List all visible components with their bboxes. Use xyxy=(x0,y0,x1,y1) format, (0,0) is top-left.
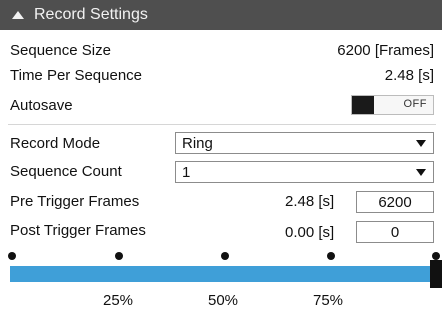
tick-dot xyxy=(115,252,123,260)
pre-trigger-time: 2.48 [s] xyxy=(285,193,335,210)
autosave-state: OFF xyxy=(403,98,427,110)
sequence-count-select[interactable]: 1 xyxy=(175,161,434,183)
sequence-count-value: 1 xyxy=(182,163,191,181)
tick-label-50: 50% xyxy=(208,292,239,309)
tick-dot xyxy=(8,252,16,260)
tick-dot xyxy=(221,252,229,260)
post-trigger-row: Post Trigger Frames xyxy=(10,218,242,242)
sequence-size-label: Sequence Size xyxy=(10,41,111,59)
chevron-down-icon[interactable] xyxy=(416,139,426,147)
pre-trigger-slider-track[interactable] xyxy=(10,266,430,282)
post-trigger-label: Post Trigger Frames xyxy=(10,221,146,239)
record-mode-row: Record Mode xyxy=(10,131,172,155)
record-settings-header[interactable]: Record Settings xyxy=(0,0,442,30)
collapse-arrow-icon[interactable] xyxy=(12,10,24,19)
autosave-label: Autosave xyxy=(10,96,73,114)
tick-label-25: 25% xyxy=(103,292,134,309)
toggle-knob[interactable] xyxy=(352,96,374,114)
record-mode-value: Ring xyxy=(182,134,213,152)
record-mode-label: Record Mode xyxy=(10,134,101,152)
record-settings-panel: Record Settings Sequence Size 6200 [Fram… xyxy=(0,0,442,318)
slider-ticks xyxy=(0,252,442,264)
pre-trigger-frames-input[interactable]: 6200 xyxy=(356,191,434,213)
header-title: Record Settings xyxy=(34,6,148,23)
divider xyxy=(8,124,436,125)
time-per-sequence-row: Time Per Sequence 2.48 [s] xyxy=(10,63,434,87)
post-trigger-time: 0.00 [s] xyxy=(285,224,335,241)
pre-trigger-frames-value: 6200 xyxy=(378,193,412,211)
slider-handle[interactable] xyxy=(430,260,442,288)
sequence-count-row: Sequence Count xyxy=(10,159,172,183)
autosave-toggle[interactable]: OFF xyxy=(351,95,434,115)
tick-dot xyxy=(432,252,440,260)
pre-trigger-label: Pre Trigger Frames xyxy=(10,192,140,210)
post-trigger-frames-input[interactable]: 0 xyxy=(356,221,434,243)
sequence-count-label: Sequence Count xyxy=(10,162,122,180)
tick-label-75: 75% xyxy=(313,292,344,309)
time-per-sequence-label: Time Per Sequence xyxy=(10,66,143,84)
sequence-size-row: Sequence Size 6200 [Frames] xyxy=(10,38,434,62)
chevron-down-icon[interactable] xyxy=(416,168,426,176)
time-per-sequence-value: 2.48 [s] xyxy=(384,66,434,84)
autosave-row: Autosave xyxy=(10,93,342,117)
tick-dot xyxy=(327,252,335,260)
record-mode-select[interactable]: Ring xyxy=(175,132,434,154)
sequence-size-value: 6200 [Frames] xyxy=(337,41,434,59)
pre-trigger-row: Pre Trigger Frames xyxy=(10,189,242,213)
post-trigger-frames-value: 0 xyxy=(390,223,400,241)
